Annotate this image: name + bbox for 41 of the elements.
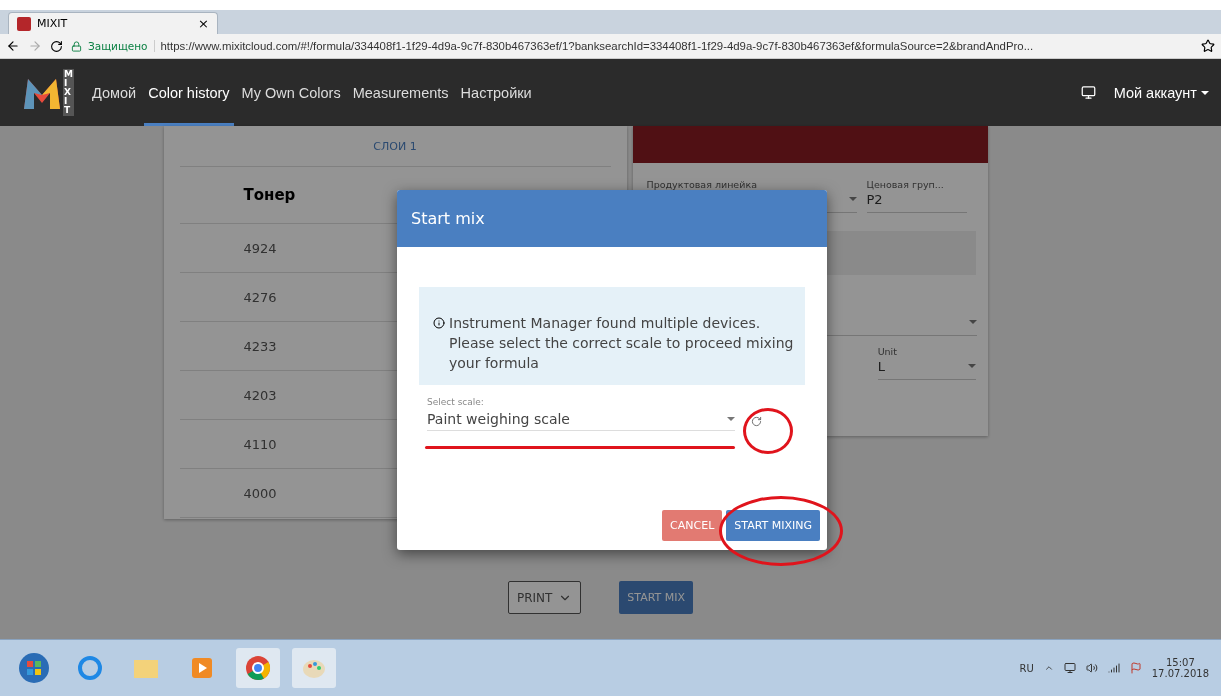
table-cell: 4276 <box>243 289 277 305</box>
nav-tab[interactable]: My Own Colors <box>237 59 345 126</box>
scale-select[interactable]: Select scale: Paint weighing scale <box>427 397 735 431</box>
print-button[interactable]: PRINT <box>507 581 582 614</box>
nav-tab[interactable]: Настройки <box>456 59 536 126</box>
info-icon <box>433 317 445 329</box>
annotation-circle <box>743 408 793 454</box>
table-cell: 4924 <box>243 240 277 256</box>
table-cell: 4203 <box>243 387 277 403</box>
back-icon[interactable] <box>6 39 20 53</box>
table-cell: 4233 <box>243 338 277 354</box>
forward-icon[interactable] <box>28 39 42 53</box>
unit-select[interactable]: Unit L <box>877 346 976 380</box>
start-mixing-button[interactable]: START MIXING <box>726 510 820 541</box>
lock-icon <box>71 40 82 52</box>
column-header: Тонер <box>243 186 296 204</box>
nav-tab[interactable]: Measurements <box>348 59 453 126</box>
nav-tab[interactable]: Домой <box>88 59 141 126</box>
logo-text: MIXIT <box>63 69 74 116</box>
bookmark-star-icon[interactable] <box>1201 39 1215 53</box>
security-label: Защищено <box>88 40 155 52</box>
caret-icon <box>1201 90 1209 95</box>
table-cell: 4110 <box>243 436 277 452</box>
info-message: Instrument Manager found multiple devices. Please select the correct scale to proceed mixing your formula <box>449 314 795 373</box>
browser-tab[interactable]: MIXIT × <box>8 12 218 34</box>
tab-title: MIXIT <box>37 17 69 30</box>
url-text: https://www.mixitcloud.com/#!/formula/334408f1-1f29-4d9a-9c7f-830b467363ef/1?banksearchId=334408f1-1f29-4d9a-9c7f-830b467363ef&formulaSource=2&brandAndPro... <box>160 40 1034 52</box>
chrome-icon[interactable] <box>236 648 280 688</box>
flag-icon[interactable] <box>1129 662 1142 674</box>
account-menu[interactable]: Мой аккаунт <box>1080 59 1209 126</box>
clock[interactable]: 15:07 17.07.2018 <box>1151 657 1209 679</box>
dialog-title: Start mix <box>411 209 485 228</box>
language-indicator[interactable]: RU <box>1019 662 1034 674</box>
volume-icon[interactable] <box>1085 662 1098 674</box>
price-group-select[interactable]: Ценовая груп... P2 <box>866 179 967 213</box>
reload-icon[interactable] <box>50 39 63 53</box>
refresh-icon[interactable] <box>751 416 762 427</box>
monitor-icon <box>1080 85 1096 100</box>
close-icon[interactable]: × <box>198 16 209 31</box>
site-logo-icon <box>17 16 31 31</box>
table-cell: 4000 <box>243 485 277 501</box>
